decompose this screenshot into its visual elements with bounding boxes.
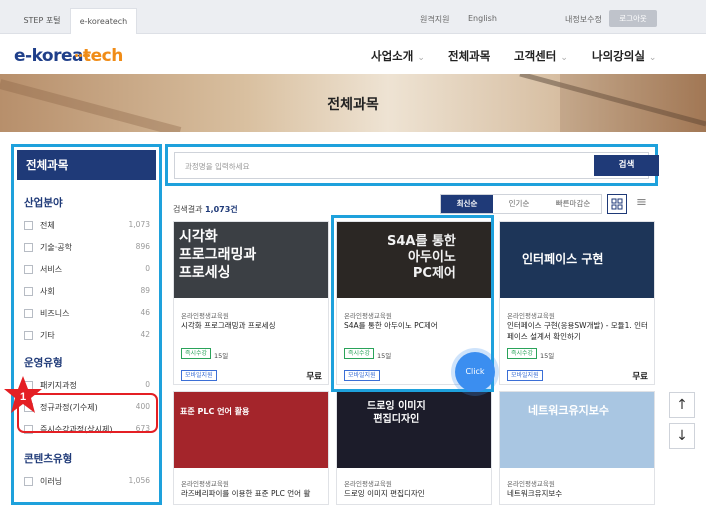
arrow-up-icon: ↑ <box>676 397 688 413</box>
nav-my-classroom[interactable]: 나의강의실 ⌄ <box>592 48 656 64</box>
search-input[interactable]: 과정명을 입력하세요 검색 <box>174 152 659 179</box>
mobile-tag: 모바일지원 <box>507 370 543 381</box>
course-price: 무료 <box>306 372 322 382</box>
checkbox[interactable] <box>24 243 33 252</box>
filter-elearning[interactable]: 이러닝 1,056 <box>24 475 152 489</box>
course-days: 15일 <box>214 352 229 360</box>
course-org: 온라인평생교육원 <box>507 480 555 488</box>
search-area: 과정명을 입력하세요 검색 <box>165 144 659 186</box>
mobile-tag: 모바일지원 <box>181 370 217 381</box>
edit-profile-link[interactable]: 내정보수정 <box>565 14 602 25</box>
annotation-number: 1 <box>20 391 26 403</box>
list-view-icon[interactable]: ≡ <box>636 196 647 210</box>
nav-all-courses[interactable]: 전체과목 <box>448 48 490 64</box>
course-title: 시각화 프로그래밍과 프로세싱 <box>181 321 276 330</box>
section-content-title: 콘텐츠유형 <box>24 453 73 465</box>
remote-support-link[interactable]: 원격지원 <box>420 14 449 25</box>
filter-engineering[interactable]: 기술·공학 896 <box>24 241 152 255</box>
page-banner: 전체과목 <box>0 74 706 132</box>
course-card[interactable]: 표준 PLC 언어 활용 온라인평생교육원 라즈베리파이를 이용한 표준 PLC… <box>173 391 329 505</box>
course-title: 라즈베리파이를 이용한 표준 PLC 언어 활 <box>181 489 311 498</box>
course-title: 네트워크유지보수 <box>507 489 563 498</box>
grid-icon <box>611 198 623 210</box>
filter-etc[interactable]: 기타 42 <box>24 329 152 343</box>
tab-e-koreatech[interactable]: e-koreatech <box>70 8 137 34</box>
arrow-down-icon: ↓ <box>676 428 688 444</box>
sort-tabs: 최신순 인기순 빠른마감순 <box>440 194 602 214</box>
course-title: 인터페이스 구현(응용SW개발) - 모듈1. 인터페이스 설계서 확인하기 <box>507 321 648 341</box>
nav-about[interactable]: 사업소개 ⌄ <box>371 48 425 64</box>
filter-all[interactable]: 전체 1,073 <box>24 219 152 233</box>
course-org: 온라인평생교육원 <box>181 312 229 320</box>
course-thumbnail: 드로잉 이미지 편집디자인 <box>337 392 491 468</box>
filter-society[interactable]: 사회 89 <box>24 285 152 299</box>
section-operation-title: 운영유형 <box>24 357 63 369</box>
checkbox[interactable] <box>24 221 33 230</box>
instant-tag: 즉시수강 <box>507 348 538 359</box>
site-logo[interactable]: e-koreatech <box>14 46 123 66</box>
course-price: 무료 <box>632 372 648 382</box>
course-org: 온라인평생교육원 <box>507 312 555 320</box>
checkbox[interactable] <box>24 331 33 340</box>
scroll-top-button[interactable]: ↑ <box>669 392 695 418</box>
course-card[interactable]: 시각화 프로그래밍과 프로세싱 온라인평생교육원 시각화 프로그래밍과 프로세싱… <box>173 221 329 385</box>
tab-step-portal[interactable]: STEP 포털 <box>18 8 66 34</box>
logo-dots-icon <box>75 42 91 61</box>
filter-sidebar: 전체과목 산업분야 전체 1,073 기술·공학 896 서비스 0 사회 89 비즈니… <box>11 144 162 505</box>
course-thumbnail: 시각화 프로그래밍과 프로세싱 <box>174 222 328 298</box>
course-thumbnail: 인터페이스 구현 <box>500 222 654 298</box>
result-count: 검색결과 1,073건 <box>173 205 238 214</box>
logout-button[interactable]: 로그아웃 <box>609 10 657 27</box>
course-days: 15일 <box>540 352 555 360</box>
grid-view-button[interactable] <box>607 194 627 214</box>
course-card[interactable]: 드로잉 이미지 편집디자인 온라인평생교육원 드로잉 이미지 편집디자인 <box>336 391 492 505</box>
instant-tag: 즉시수강 <box>181 348 212 359</box>
checkbox[interactable] <box>24 287 33 296</box>
filter-business[interactable]: 비즈니스 46 <box>24 307 152 321</box>
site-header: e-koreatech 사업소개 ⌄ 전체과목 고객센터 ⌄ 나의강의실 ⌄ <box>0 34 706 74</box>
top-bar: STEP 포털 e-koreatech 원격지원 English 내정보수정 로… <box>0 0 706 34</box>
course-card[interactable]: 네트워크유지보수 온라인평생교육원 네트워크유지보수 <box>499 391 655 505</box>
sort-latest[interactable]: 최신순 <box>441 195 493 213</box>
star-icon: 1 <box>4 376 42 413</box>
checkbox[interactable] <box>24 309 33 318</box>
checkbox[interactable] <box>24 265 33 274</box>
course-thumbnail: 네트워크유지보수 <box>500 392 654 468</box>
filter-service[interactable]: 서비스 0 <box>24 263 152 277</box>
search-placeholder: 과정명을 입력하세요 <box>185 162 250 171</box>
sort-deadline[interactable]: 빠른마감순 <box>545 195 601 213</box>
course-org: 온라인평생교육원 <box>344 480 392 488</box>
course-title: 드로잉 이미지 편집디자인 <box>344 489 425 498</box>
search-button[interactable]: 검색 <box>594 155 659 176</box>
section-industry-title: 산업분야 <box>24 197 63 209</box>
sidebar-title: 전체과목 <box>17 150 156 180</box>
scroll-bottom-button[interactable]: ↓ <box>669 423 695 449</box>
english-link[interactable]: English <box>468 14 497 23</box>
course-org: 온라인평생교육원 <box>181 480 229 488</box>
course-card[interactable]: 인터페이스 구현 온라인평생교육원 인터페이스 구현(응용SW개발) - 모듈1… <box>499 221 655 385</box>
checkbox[interactable] <box>24 477 33 486</box>
nav-support[interactable]: 고객센터 ⌄ <box>514 48 568 64</box>
course-thumbnail: 표준 PLC 언어 활용 <box>174 392 328 468</box>
sort-popular[interactable]: 인기순 <box>493 195 545 213</box>
page-title: 전체과목 <box>327 97 379 113</box>
click-indicator[interactable]: Click <box>455 352 495 392</box>
filter-package[interactable]: 패키지과정 0 <box>24 379 152 393</box>
